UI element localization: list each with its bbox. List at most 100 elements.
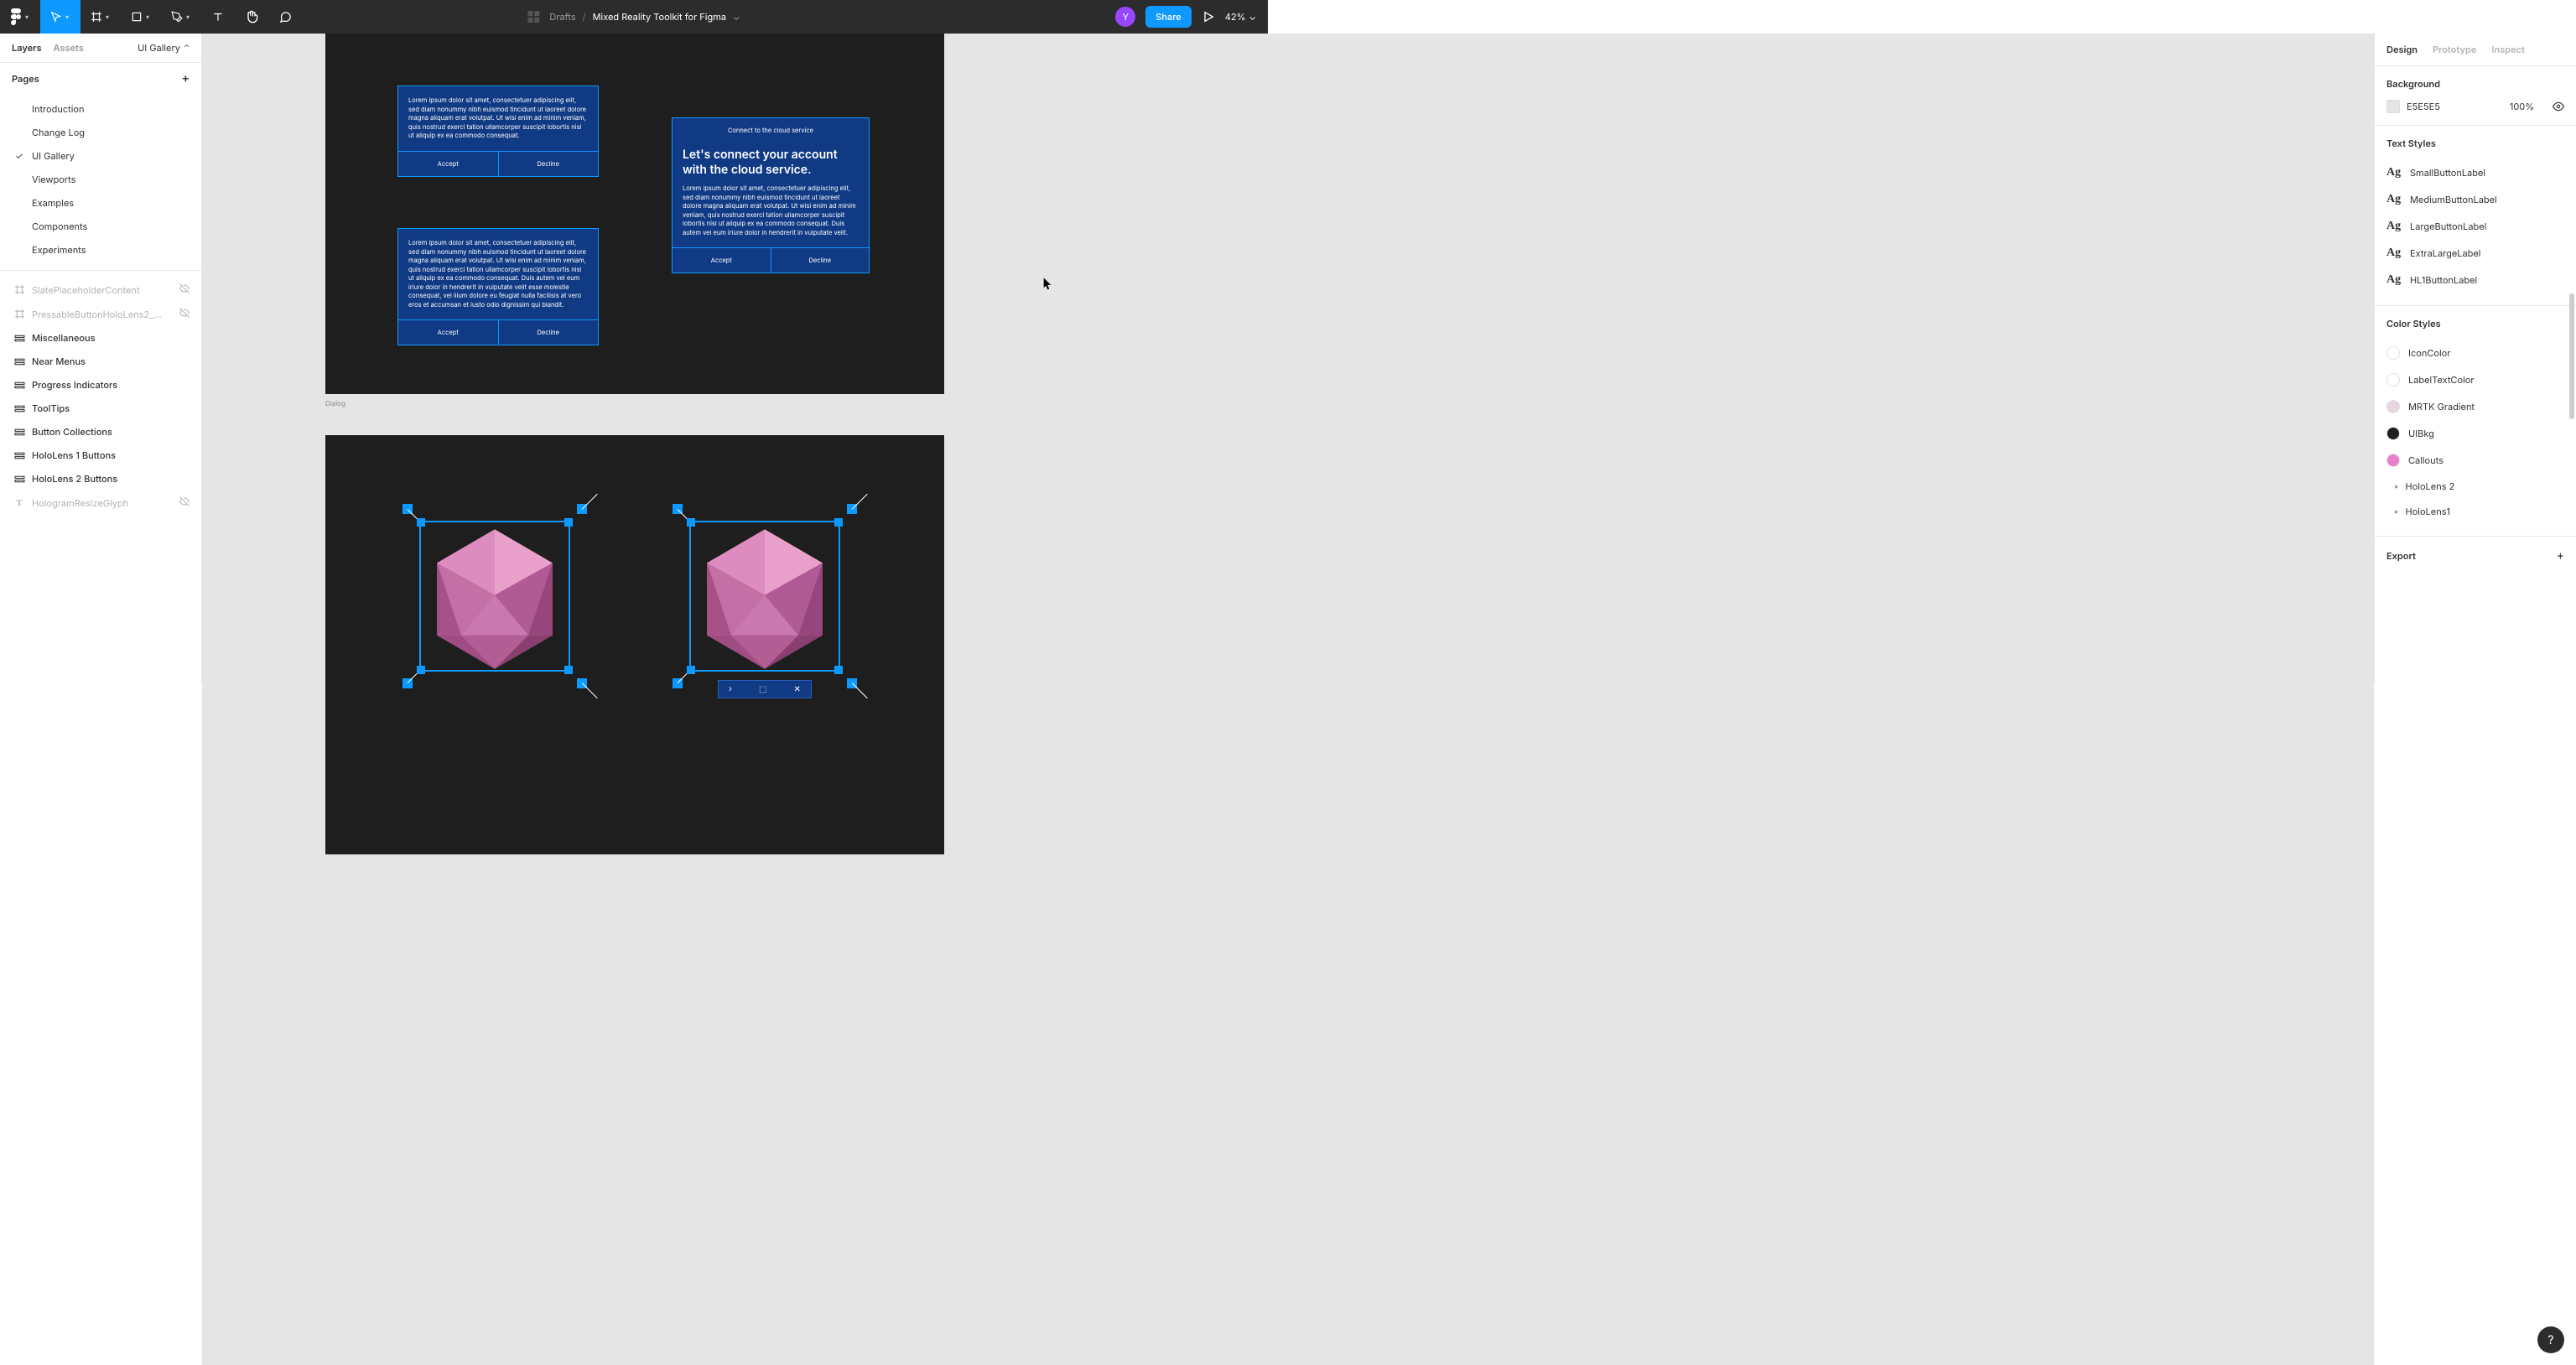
hologram-2[interactable]: › ⬚ ✕ [673,504,857,688]
chevron-up-icon: ⌃ [184,44,190,53]
close-icon[interactable]: ✕ [794,684,801,694]
layer-item[interactable]: Miscellaneous [0,326,201,350]
visibility-icon[interactable] [179,283,190,296]
chevron-right-icon[interactable]: › [729,684,732,694]
frame-dialogs[interactable]: Lorem ipsum dolor sit amet, consectetuer… [325,34,944,394]
document-title-group[interactable]: Drafts / Mixed Reality Toolkit for Figma… [527,11,740,23]
text-style-item[interactable]: AgMediumButtonLabel [2386,186,2564,213]
text-style-item[interactable]: AgLargeButtonLabel [2386,213,2564,240]
page-item[interactable]: Change Log [0,121,201,144]
layer-item[interactable]: ToolTips [0,397,201,420]
frame-label[interactable]: Dialog [325,399,345,407]
background-row[interactable]: E5E5E5 100% [2386,100,2564,113]
color-styles-section: Color Styles IconColorLabelTextColorMRTK… [2375,306,2576,537]
color-style-item[interactable]: UIBkg [2386,420,2564,447]
text-style-item[interactable]: AgExtraLargeLabel [2386,240,2564,267]
text-style-item[interactable]: AgHL1ButtonLabel [2386,267,2564,293]
figma-logo-icon [10,8,22,25]
add-export-button[interactable]: + [2557,548,2564,563]
accept-button[interactable]: Accept [398,320,499,345]
hologram-toolbar[interactable]: › ⬚ ✕ [718,680,812,698]
canvas[interactable]: Lorem ipsum dolor sit amet, consectetuer… [202,34,2374,1365]
color-style-item[interactable]: MRTK Gradient [2386,393,2564,420]
avatar[interactable]: Y [1115,7,1135,27]
accept-button[interactable]: Accept [673,248,771,272]
export-label: Export [2386,550,2416,562]
layer-type-icon [13,473,25,485]
figma-menu-button[interactable]: ▾ [0,0,40,34]
tab-design[interactable]: Design [2386,34,2418,65]
page-selector[interactable]: UI Gallery ⌃ [138,42,190,54]
dialog-small-1[interactable]: Lorem ipsum dolor sit amet, consectetuer… [397,86,599,177]
zoom-selector[interactable]: 42%⌄ [1225,11,1256,23]
tab-inspect[interactable]: Inspect [2491,34,2524,65]
chevron-down-icon: ▾ [186,13,190,21]
frame-tool-button[interactable]: ▾ [80,0,121,34]
decline-button[interactable]: Decline [771,248,870,272]
present-button[interactable] [1202,10,1215,23]
layer-item[interactable]: Button Collections [0,420,201,444]
tab-prototype[interactable]: Prototype [2433,34,2476,65]
visibility-icon[interactable] [179,496,190,509]
dialog-small-2[interactable]: Lorem ipsum dolor sit amet, consectetuer… [397,228,599,345]
add-page-button[interactable]: + [182,71,190,86]
comment-tool-button[interactable] [268,0,302,34]
page-item[interactable]: Examples [0,191,201,215]
decline-button[interactable]: Decline [499,320,599,345]
hologram-1[interactable] [402,504,587,688]
layer-item[interactable]: SlatePlaceholderContent [0,278,201,302]
text-styles-section: Text Styles AgSmallButtonLabelAgMediumBu… [2375,126,2576,306]
cursor-icon [1041,277,1055,290]
color-style-item[interactable]: IconColor [2386,340,2564,366]
share-button[interactable]: Share [1145,6,1191,28]
tab-assets[interactable]: Assets [54,42,84,54]
background-hex[interactable]: E5E5E5 [2407,101,2503,112]
color-style-label: UIBkg [2408,428,2434,439]
color-swatch-icon [2386,373,2400,387]
text-style-label: ExtraLargeLabel [2410,247,2480,259]
page-item[interactable]: UI Gallery [0,144,201,168]
layer-label: HoloLens 1 Buttons [32,449,116,461]
cube-icon[interactable]: ⬚ [759,684,766,694]
visibility-icon[interactable] [179,308,190,320]
accept-button[interactable]: Accept [398,152,499,176]
layer-item[interactable]: PressableButtonHoloLens2_... [0,302,201,326]
background-label: Background [2386,78,2564,90]
chevron-down-icon: ▾ [146,13,149,21]
color-style-group[interactable]: ▸HoloLens 2 [2386,474,2564,499]
layer-item[interactable]: Progress Indicators [0,373,201,397]
layer-item[interactable]: Near Menus [0,350,201,373]
color-style-group[interactable]: ▸HoloLens1 [2386,499,2564,524]
breadcrumb-separator: / [583,11,586,23]
color-style-item[interactable]: LabelTextColor [2386,366,2564,393]
move-tool-button[interactable]: ▾ [40,0,80,34]
hand-tool-button[interactable] [235,0,268,34]
background-swatch[interactable] [2386,100,2400,113]
dialog-cloud[interactable]: Connect to the cloud service Let's conne… [672,117,870,273]
color-group-label: HoloLens 2 [2406,480,2455,492]
layer-type-icon [13,332,25,344]
layer-item[interactable]: THologramResizeGlyph [0,490,201,515]
right-panel: Design Prototype Inspect Background E5E5… [2374,34,2576,682]
layer-item[interactable]: HoloLens 1 Buttons [0,444,201,467]
color-style-item[interactable]: Callouts [2386,447,2564,474]
top-toolbar: ▾ ▾ ▾ ▾ ▾ Drafts / Mixed Rea [0,0,1268,34]
help-button[interactable]: ? [2537,1326,2564,1353]
page-item[interactable]: Components [0,215,201,238]
visibility-toggle-icon[interactable] [2553,101,2564,112]
shape-tool-button[interactable]: ▾ [121,0,161,34]
page-item[interactable]: Viewports [0,168,201,191]
page-item[interactable]: Experiments [0,238,201,262]
decline-button[interactable]: Decline [499,152,599,176]
text-tool-button[interactable] [201,0,235,34]
layer-item[interactable]: HoloLens 2 Buttons [0,467,201,490]
background-opacity[interactable]: 100% [2510,101,2534,112]
text-style-item[interactable]: AgSmallButtonLabel [2386,159,2564,186]
pen-tool-button[interactable]: ▾ [161,0,201,34]
tab-layers[interactable]: Layers [12,42,42,54]
scrollbar[interactable] [2569,293,2574,419]
frame-holograms[interactable]: › ⬚ ✕ [325,435,944,854]
text-style-preview-icon: Ag [2386,193,2402,206]
page-item[interactable]: Introduction [0,97,201,121]
chevron-down-icon: ⌄ [733,11,740,23]
